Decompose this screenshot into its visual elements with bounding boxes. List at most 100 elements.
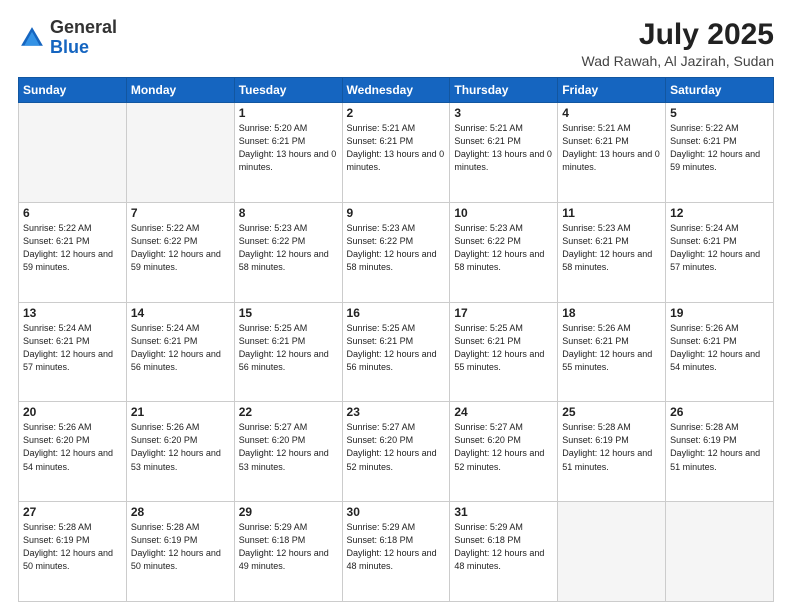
day-number: 8	[239, 206, 338, 220]
calendar-cell: 1 Sunrise: 5:20 AM Sunset: 6:21 PM Daylig…	[234, 103, 342, 203]
day-info: Sunrise: 5:24 AM Sunset: 6:21 PM Dayligh…	[23, 322, 122, 374]
day-number: 10	[454, 206, 553, 220]
day-info: Sunrise: 5:27 AM Sunset: 6:20 PM Dayligh…	[239, 421, 338, 473]
day-number: 9	[347, 206, 446, 220]
calendar-cell: 27 Sunrise: 5:28 AM Sunset: 6:19 PM Dayli…	[19, 502, 127, 602]
calendar-cell: 14Sunrise: 5:24 AM Sunset: 6:21 PM Dayli…	[126, 302, 234, 402]
day-number: 6	[23, 206, 122, 220]
calendar-cell: 3 Sunrise: 5:21 AM Sunset: 6:21 PM Daylig…	[450, 103, 558, 203]
title-block: July 2025 Wad Rawah, Al Jazirah, Sudan	[582, 18, 774, 69]
calendar-cell: 7 Sunrise: 5:22 AM Sunset: 6:22 PM Daylig…	[126, 202, 234, 302]
day-info: Sunrise: 5:22 AM Sunset: 6:21 PM Dayligh…	[670, 122, 769, 174]
day-number: 12	[670, 206, 769, 220]
calendar-cell: 11 Sunrise: 5:23 AM Sunset: 6:21 PM Dayli…	[558, 202, 666, 302]
day-info: Sunrise: 5:26 AM Sunset: 6:20 PM Dayligh…	[131, 421, 230, 473]
day-number: 22	[239, 405, 338, 419]
weekday-header-sunday: Sunday	[19, 78, 127, 103]
calendar-cell: 5 Sunrise: 5:22 AM Sunset: 6:21 PM Daylig…	[666, 103, 774, 203]
day-info: Sunrise: 5:23 AM Sunset: 6:22 PM Dayligh…	[347, 222, 446, 274]
day-number: 31	[454, 505, 553, 519]
day-number: 20	[23, 405, 122, 419]
calendar-cell	[126, 103, 234, 203]
day-number: 28	[131, 505, 230, 519]
day-number: 24	[454, 405, 553, 419]
day-info: Sunrise: 5:28 AM Sunset: 6:19 PM Dayligh…	[562, 421, 661, 473]
day-info: Sunrise: 5:29 AM Sunset: 6:18 PM Dayligh…	[454, 521, 553, 573]
day-info: Sunrise: 5:25 AM Sunset: 6:21 PM Dayligh…	[454, 322, 553, 374]
weekday-header-friday: Friday	[558, 78, 666, 103]
calendar-cell: 16 Sunrise: 5:25 AM Sunset: 6:21 PM Dayli…	[342, 302, 450, 402]
day-number: 2	[347, 106, 446, 120]
day-number: 1	[239, 106, 338, 120]
month-title: July 2025	[582, 18, 774, 51]
calendar-cell: 29Sunrise: 5:29 AM Sunset: 6:18 PM Dayli…	[234, 502, 342, 602]
calendar-cell: 20Sunrise: 5:26 AM Sunset: 6:20 PM Dayli…	[19, 402, 127, 502]
day-number: 30	[347, 505, 446, 519]
day-info: Sunrise: 5:28 AM Sunset: 6:19 PM Dayligh…	[23, 521, 122, 573]
day-number: 19	[670, 306, 769, 320]
calendar-cell: 15Sunrise: 5:25 AM Sunset: 6:21 PM Dayli…	[234, 302, 342, 402]
day-info: Sunrise: 5:21 AM Sunset: 6:21 PM Dayligh…	[454, 122, 553, 174]
day-info: Sunrise: 5:26 AM Sunset: 6:21 PM Dayligh…	[562, 322, 661, 374]
calendar-cell: 10 Sunrise: 5:23 AM Sunset: 6:22 PM Dayli…	[450, 202, 558, 302]
page: General Blue July 2025 Wad Rawah, Al Jaz…	[0, 0, 792, 612]
day-info: Sunrise: 5:27 AM Sunset: 6:20 PM Dayligh…	[454, 421, 553, 473]
day-number: 3	[454, 106, 553, 120]
day-info: Sunrise: 5:23 AM Sunset: 6:21 PM Dayligh…	[562, 222, 661, 274]
day-info: Sunrise: 5:23 AM Sunset: 6:22 PM Dayligh…	[454, 222, 553, 274]
day-number: 21	[131, 405, 230, 419]
weekday-header-thursday: Thursday	[450, 78, 558, 103]
calendar-cell: 13 Sunrise: 5:24 AM Sunset: 6:21 PM Dayli…	[19, 302, 127, 402]
day-info: Sunrise: 5:20 AM Sunset: 6:21 PM Dayligh…	[239, 122, 338, 174]
weekday-header-wednesday: Wednesday	[342, 78, 450, 103]
day-number: 25	[562, 405, 661, 419]
calendar-week-row: 6 Sunrise: 5:22 AM Sunset: 6:21 PM Daylig…	[19, 202, 774, 302]
day-info: Sunrise: 5:21 AM Sunset: 6:21 PM Dayligh…	[347, 122, 446, 174]
calendar-week-row: 27 Sunrise: 5:28 AM Sunset: 6:19 PM Dayli…	[19, 502, 774, 602]
day-number: 27	[23, 505, 122, 519]
calendar-cell: 8Sunrise: 5:23 AM Sunset: 6:22 PM Daylig…	[234, 202, 342, 302]
day-info: Sunrise: 5:25 AM Sunset: 6:21 PM Dayligh…	[347, 322, 446, 374]
day-info: Sunrise: 5:21 AM Sunset: 6:21 PM Dayligh…	[562, 122, 661, 174]
day-number: 11	[562, 206, 661, 220]
weekday-header-tuesday: Tuesday	[234, 78, 342, 103]
calendar-cell: 6 Sunrise: 5:22 AM Sunset: 6:21 PM Daylig…	[19, 202, 127, 302]
calendar-week-row: 13 Sunrise: 5:24 AM Sunset: 6:21 PM Dayli…	[19, 302, 774, 402]
logo: General Blue	[18, 18, 117, 58]
day-number: 5	[670, 106, 769, 120]
calendar-cell: 24 Sunrise: 5:27 AM Sunset: 6:20 PM Dayli…	[450, 402, 558, 502]
day-info: Sunrise: 5:29 AM Sunset: 6:18 PM Dayligh…	[347, 521, 446, 573]
weekday-header-saturday: Saturday	[666, 78, 774, 103]
calendar-cell: 28Sunrise: 5:28 AM Sunset: 6:19 PM Dayli…	[126, 502, 234, 602]
logo-text: General Blue	[50, 18, 117, 58]
day-number: 7	[131, 206, 230, 220]
day-info: Sunrise: 5:26 AM Sunset: 6:21 PM Dayligh…	[670, 322, 769, 374]
calendar-cell: 2 Sunrise: 5:21 AM Sunset: 6:21 PM Daylig…	[342, 103, 450, 203]
day-number: 4	[562, 106, 661, 120]
day-info: Sunrise: 5:22 AM Sunset: 6:21 PM Dayligh…	[23, 222, 122, 274]
calendar-cell: 19 Sunrise: 5:26 AM Sunset: 6:21 PM Dayli…	[666, 302, 774, 402]
day-number: 17	[454, 306, 553, 320]
day-number: 26	[670, 405, 769, 419]
day-number: 16	[347, 306, 446, 320]
calendar-week-row: 20 Sunrise: 5:26 AM Sunset: 6:20 PM Dayli…	[19, 402, 774, 502]
calendar-cell: 9 Sunrise: 5:23 AM Sunset: 6:22 PM Daylig…	[342, 202, 450, 302]
day-number: 15	[239, 306, 338, 320]
calendar-cell	[19, 103, 127, 203]
day-info: Sunrise: 5:27 AM Sunset: 6:20 PM Dayligh…	[347, 421, 446, 473]
calendar-cell: 12 Sunrise: 5:24 AM Sunset: 6:21 PM Dayli…	[666, 202, 774, 302]
calendar-table: SundayMondayTuesdayWednesdayThursdayFrid…	[18, 77, 774, 602]
calendar-cell: 18Sunrise: 5:26 AM Sunset: 6:21 PM Dayli…	[558, 302, 666, 402]
calendar-week-row: 1 Sunrise: 5:20 AM Sunset: 6:21 PM Daylig…	[19, 103, 774, 203]
calendar-cell: 21 Sunrise: 5:26 AM Sunset: 6:20 PM Dayli…	[126, 402, 234, 502]
day-info: Sunrise: 5:28 AM Sunset: 6:19 PM Dayligh…	[670, 421, 769, 473]
day-info: Sunrise: 5:22 AM Sunset: 6:22 PM Dayligh…	[131, 222, 230, 274]
header: General Blue July 2025 Wad Rawah, Al Jaz…	[18, 18, 774, 69]
calendar-cell	[666, 502, 774, 602]
weekday-header-row: SundayMondayTuesdayWednesdayThursdayFrid…	[19, 78, 774, 103]
calendar-cell: 17 Sunrise: 5:25 AM Sunset: 6:21 PM Dayli…	[450, 302, 558, 402]
calendar-cell	[558, 502, 666, 602]
calendar-cell: 26 Sunrise: 5:28 AM Sunset: 6:19 PM Dayli…	[666, 402, 774, 502]
day-number: 13	[23, 306, 122, 320]
day-info: Sunrise: 5:24 AM Sunset: 6:21 PM Dayligh…	[670, 222, 769, 274]
